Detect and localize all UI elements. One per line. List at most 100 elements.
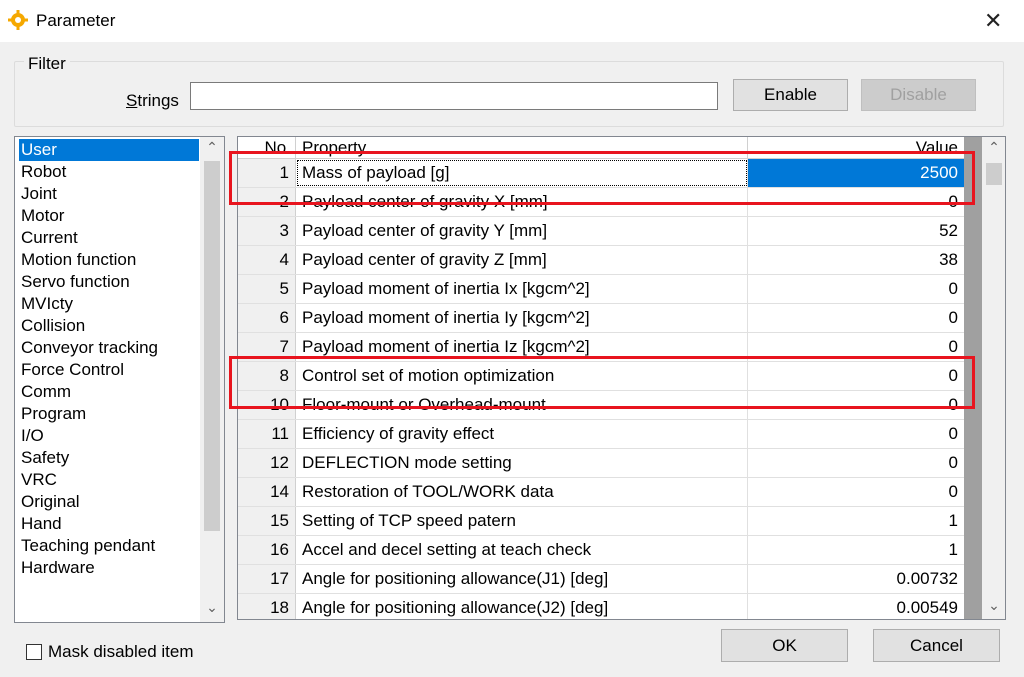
- table-row[interactable]: 8 Control set of motion optimization 0: [238, 362, 964, 391]
- property-cell[interactable]: Payload center of gravity Y [mm]: [296, 217, 748, 245]
- category-item[interactable]: Program: [19, 403, 199, 425]
- value-cell[interactable]: 0: [748, 333, 964, 361]
- category-item[interactable]: Hardware: [19, 557, 199, 579]
- table-row[interactable]: 4 Payload center of gravity Z [mm] 38: [238, 246, 964, 275]
- property-cell[interactable]: Payload moment of inertia Ix [kgcm^2]: [296, 275, 748, 303]
- table-row[interactable]: 7 Payload moment of inertia Iz [kgcm^2] 0: [238, 333, 964, 362]
- property-cell[interactable]: Efficiency of gravity effect: [296, 420, 748, 448]
- close-icon[interactable]: ✕: [984, 8, 1002, 34]
- property-cell[interactable]: Control set of motion optimization: [296, 362, 748, 390]
- table-row[interactable]: 1 Mass of payload [g] 2500: [238, 159, 964, 188]
- checkbox-box[interactable]: [26, 644, 42, 660]
- category-item[interactable]: Hand: [19, 513, 199, 535]
- column-header-property[interactable]: Property: [296, 137, 748, 159]
- category-item[interactable]: Comm: [19, 381, 199, 403]
- window-title: Parameter: [36, 11, 116, 30]
- table-row[interactable]: 2 Payload center of gravity X [mm] 0: [238, 188, 964, 217]
- cancel-button[interactable]: Cancel: [873, 629, 1000, 662]
- property-cell[interactable]: Mass of payload [g]: [296, 159, 748, 187]
- value-cell[interactable]: 52: [748, 217, 964, 245]
- row-number: 11: [238, 420, 296, 448]
- row-number: 2: [238, 188, 296, 216]
- row-number: 18: [238, 594, 296, 619]
- table-row[interactable]: 6 Payload moment of inertia Iy [kgcm^2] 0: [238, 304, 964, 333]
- mask-disabled-checkbox[interactable]: Mask disabled item: [26, 642, 194, 662]
- category-item[interactable]: Original: [19, 491, 199, 513]
- category-item[interactable]: Servo function: [19, 271, 199, 293]
- property-cell[interactable]: Floor-mount or Overhead-mount: [296, 391, 748, 419]
- property-cell[interactable]: Accel and decel setting at teach check: [296, 536, 748, 564]
- value-cell[interactable]: 0: [748, 420, 964, 448]
- category-item[interactable]: Joint: [19, 183, 199, 205]
- table-row[interactable]: 15 Setting of TCP speed patern 1: [238, 507, 964, 536]
- grid-scroll-up-icon[interactable]: ⌃: [982, 139, 1005, 156]
- category-item[interactable]: Current: [19, 227, 199, 249]
- row-number: 4: [238, 246, 296, 274]
- value-cell[interactable]: 0.00549: [748, 594, 964, 619]
- row-number: 15: [238, 507, 296, 535]
- category-item[interactable]: Collision: [19, 315, 199, 337]
- category-item[interactable]: I/O: [19, 425, 199, 447]
- category-scroll-thumb[interactable]: [204, 161, 220, 531]
- row-number: 12: [238, 449, 296, 477]
- grid-scrollbar[interactable]: ⌃ ⌄: [982, 137, 1005, 619]
- value-cell[interactable]: 1: [748, 507, 964, 535]
- category-item[interactable]: Conveyor tracking: [19, 337, 199, 359]
- category-item[interactable]: Motion function: [19, 249, 199, 271]
- property-cell[interactable]: Payload moment of inertia Iz [kgcm^2]: [296, 333, 748, 361]
- value-cell[interactable]: 38: [748, 246, 964, 274]
- strings-filter-input[interactable]: [190, 82, 718, 110]
- value-cell[interactable]: 0: [748, 188, 964, 216]
- property-cell[interactable]: Payload center of gravity X [mm]: [296, 188, 748, 216]
- row-number: 5: [238, 275, 296, 303]
- grid-scroll-down-icon[interactable]: ⌄: [982, 597, 1005, 614]
- gear-app-icon: [8, 10, 28, 30]
- value-cell[interactable]: 0: [748, 391, 964, 419]
- property-cell[interactable]: DEFLECTION mode setting: [296, 449, 748, 477]
- category-item[interactable]: User: [19, 139, 199, 161]
- table-row[interactable]: 5 Payload moment of inertia Ix [kgcm^2] 0: [238, 275, 964, 304]
- property-cell[interactable]: Restoration of TOOL/WORK data: [296, 478, 748, 506]
- table-row[interactable]: 12 DEFLECTION mode setting 0: [238, 449, 964, 478]
- value-cell[interactable]: 0: [748, 449, 964, 477]
- table-row[interactable]: 16 Accel and decel setting at teach check…: [238, 536, 964, 565]
- category-item[interactable]: Teaching pendant: [19, 535, 199, 557]
- value-cell[interactable]: 0.00732: [748, 565, 964, 593]
- value-cell[interactable]: 0: [748, 362, 964, 390]
- value-cell[interactable]: 1: [748, 536, 964, 564]
- category-item[interactable]: VRC: [19, 469, 199, 491]
- property-cell[interactable]: Setting of TCP speed patern: [296, 507, 748, 535]
- ok-button[interactable]: OK: [721, 629, 848, 662]
- category-item[interactable]: MVIcty: [19, 293, 199, 315]
- grid-scroll-thumb[interactable]: [986, 163, 1002, 185]
- scroll-up-icon[interactable]: ⌃: [200, 139, 224, 156]
- enable-button[interactable]: Enable: [733, 79, 848, 111]
- property-cell[interactable]: Angle for positioning allowance(J2) [deg…: [296, 594, 748, 619]
- table-row[interactable]: 3 Payload center of gravity Y [mm] 52: [238, 217, 964, 246]
- table-row[interactable]: 14 Restoration of TOOL/WORK data 0: [238, 478, 964, 507]
- value-cell[interactable]: 0: [748, 275, 964, 303]
- dialog-client: Filter Strings Enable Disable ⌃ ⌄ User Ro…: [0, 42, 1024, 677]
- category-item[interactable]: Motor: [19, 205, 199, 227]
- category-scrollbar[interactable]: ⌃ ⌄: [200, 137, 224, 622]
- table-row[interactable]: 10 Floor-mount or Overhead-mount 0: [238, 391, 964, 420]
- value-cell[interactable]: 2500: [748, 159, 964, 187]
- column-header-no[interactable]: No.: [238, 137, 296, 159]
- value-cell[interactable]: 0: [748, 478, 964, 506]
- category-list[interactable]: ⌃ ⌄ User Robot Joint Motor Current Motion fun…: [14, 136, 225, 623]
- property-cell[interactable]: Payload center of gravity Z [mm]: [296, 246, 748, 274]
- column-header-value[interactable]: Value: [748, 137, 964, 159]
- value-cell[interactable]: 0: [748, 304, 964, 332]
- property-cell[interactable]: Payload moment of inertia Iy [kgcm^2]: [296, 304, 748, 332]
- disable-button[interactable]: Disable: [861, 79, 976, 111]
- mask-disabled-label: Mask disabled item: [48, 642, 194, 661]
- table-row[interactable]: 11 Efficiency of gravity effect 0: [238, 420, 964, 449]
- category-item[interactable]: Safety: [19, 447, 199, 469]
- category-item[interactable]: Robot: [19, 161, 199, 183]
- property-cell[interactable]: Angle for positioning allowance(J1) [deg…: [296, 565, 748, 593]
- parameter-grid[interactable]: No. Property Value 1 Mass of payload [g] 2…: [237, 136, 1006, 620]
- category-item[interactable]: Force Control: [19, 359, 199, 381]
- table-row[interactable]: 17 Angle for positioning allowance(J1) [d…: [238, 565, 964, 594]
- table-row[interactable]: 18 Angle for positioning allowance(J2) [d…: [238, 594, 964, 619]
- scroll-down-icon[interactable]: ⌄: [200, 599, 224, 616]
